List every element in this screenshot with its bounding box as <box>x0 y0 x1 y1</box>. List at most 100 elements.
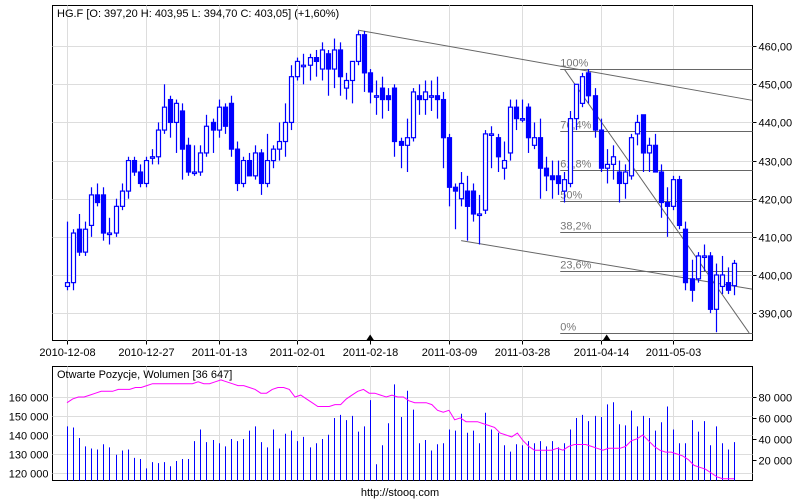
candle-body-down <box>76 228 83 253</box>
price-tick-label: 440,00 <box>759 118 793 130</box>
candle-body-up <box>216 106 223 131</box>
footer-url[interactable]: http://stooq.com <box>361 487 439 499</box>
candle-body-up <box>149 156 156 159</box>
date-tick-label: 2010-12-27 <box>118 347 174 359</box>
candle-body-down <box>585 72 592 97</box>
candle-body-up <box>319 49 326 70</box>
candle-body-up <box>373 95 380 98</box>
candle-body-down <box>725 282 732 291</box>
candle-body-up <box>197 152 204 173</box>
date-tick-label: 2011-02-18 <box>343 347 398 359</box>
candle-body-up <box>719 274 726 288</box>
candle-body-up <box>713 274 720 310</box>
price-tick-label: 410,00 <box>759 233 793 245</box>
candle-body-up <box>113 205 120 234</box>
candle <box>70 229 77 291</box>
date-tick-label: 2011-01-13 <box>192 347 247 359</box>
candle-body-down <box>234 148 241 185</box>
candle-body-down <box>222 106 229 127</box>
candle-body-down <box>313 57 320 63</box>
candle-body-up <box>579 76 586 104</box>
candle-body-down <box>94 194 101 204</box>
candle-body-down <box>537 137 544 169</box>
candle-body-up <box>88 194 95 227</box>
candle-body-down <box>658 171 665 204</box>
candle <box>567 110 574 188</box>
candle-body-up <box>610 156 617 165</box>
date-tick-label: 2011-02-01 <box>270 347 325 359</box>
candle-body-up <box>458 182 465 200</box>
candle-body-down <box>325 53 332 70</box>
oi-axis-label: 140 000 <box>9 431 49 443</box>
candle <box>682 221 689 291</box>
candle-body-down <box>185 144 192 173</box>
candle-body-up <box>428 95 435 98</box>
candle <box>482 130 489 214</box>
volume-axis-label: 80 000 <box>759 393 793 405</box>
candle-body-up <box>604 163 611 169</box>
candle <box>143 156 150 188</box>
candle-body-down <box>416 95 423 101</box>
candle <box>234 141 241 192</box>
price-tick-label: 450,00 <box>759 80 793 92</box>
candle-body-down <box>452 186 459 192</box>
candle <box>707 252 714 314</box>
volume-panel-title: Otwarte Pozycje, Wolumen [36 647] <box>57 369 232 381</box>
candle-body-down <box>598 129 605 169</box>
candle <box>240 156 247 188</box>
candle-body-up <box>288 76 295 124</box>
candle-body-up <box>501 159 508 169</box>
candle-body-down <box>513 106 520 120</box>
candle-body-down <box>616 171 623 185</box>
fib-level-label: 61,8% <box>560 159 591 171</box>
candle-body-up <box>507 106 514 154</box>
date-tick-label: 2011-03-28 <box>495 347 550 359</box>
oi-axis-label: 120 000 <box>9 469 49 481</box>
candle-body-up <box>404 137 411 146</box>
candle-body-up <box>143 159 150 185</box>
candle-body-up <box>294 60 301 78</box>
candle-body-up <box>476 213 483 217</box>
candle-body-down <box>131 159 138 173</box>
candle <box>676 175 683 230</box>
candle-body-down <box>210 121 217 131</box>
candle-body-down <box>367 72 374 93</box>
candle-body-down <box>555 175 562 185</box>
candle-body-down <box>385 95 392 101</box>
volume-axis-label: 20 000 <box>759 456 793 468</box>
oi-axis-label: 150 000 <box>9 412 49 424</box>
price-tick-label: 420,00 <box>759 195 793 207</box>
candle-body-up <box>252 152 259 177</box>
candle-body-up <box>106 232 113 236</box>
volume-axis-label: 60 000 <box>759 414 793 426</box>
candle-body-up <box>331 49 338 70</box>
candle-body-down <box>337 49 344 78</box>
candle-body-up <box>573 83 580 120</box>
candle <box>695 252 702 283</box>
fib-level-label: 0% <box>560 322 576 334</box>
candle-body-down <box>100 194 107 234</box>
candle-body-down <box>361 34 368 74</box>
candle-body-down <box>664 201 671 207</box>
candle-body-up <box>125 159 132 192</box>
candle-body-down <box>391 87 398 143</box>
candle-body-up <box>343 79 350 89</box>
candle-body-down <box>379 87 386 101</box>
candle-body-down <box>179 110 186 150</box>
candle-body-up <box>561 179 568 192</box>
candle-body-up <box>191 171 198 175</box>
candle-body-down <box>246 159 253 177</box>
candle-body-down <box>258 152 265 185</box>
candle-body-down <box>652 144 659 173</box>
candle-body-up <box>628 137 635 177</box>
candle-body-up <box>270 148 277 162</box>
candle <box>670 175 677 211</box>
candle-body-down <box>228 102 235 150</box>
price-chart: 100%76,4%61,8%50%38,2%23,6%0% 460,00450,… <box>9 5 793 499</box>
volume-axis-label: 40 000 <box>759 435 793 447</box>
fib-level-label: 38,2% <box>560 221 591 233</box>
candle-body-down <box>464 190 471 207</box>
candle-body-up <box>519 118 526 121</box>
candle-body-down <box>592 95 599 131</box>
candle-body-up <box>276 140 283 150</box>
